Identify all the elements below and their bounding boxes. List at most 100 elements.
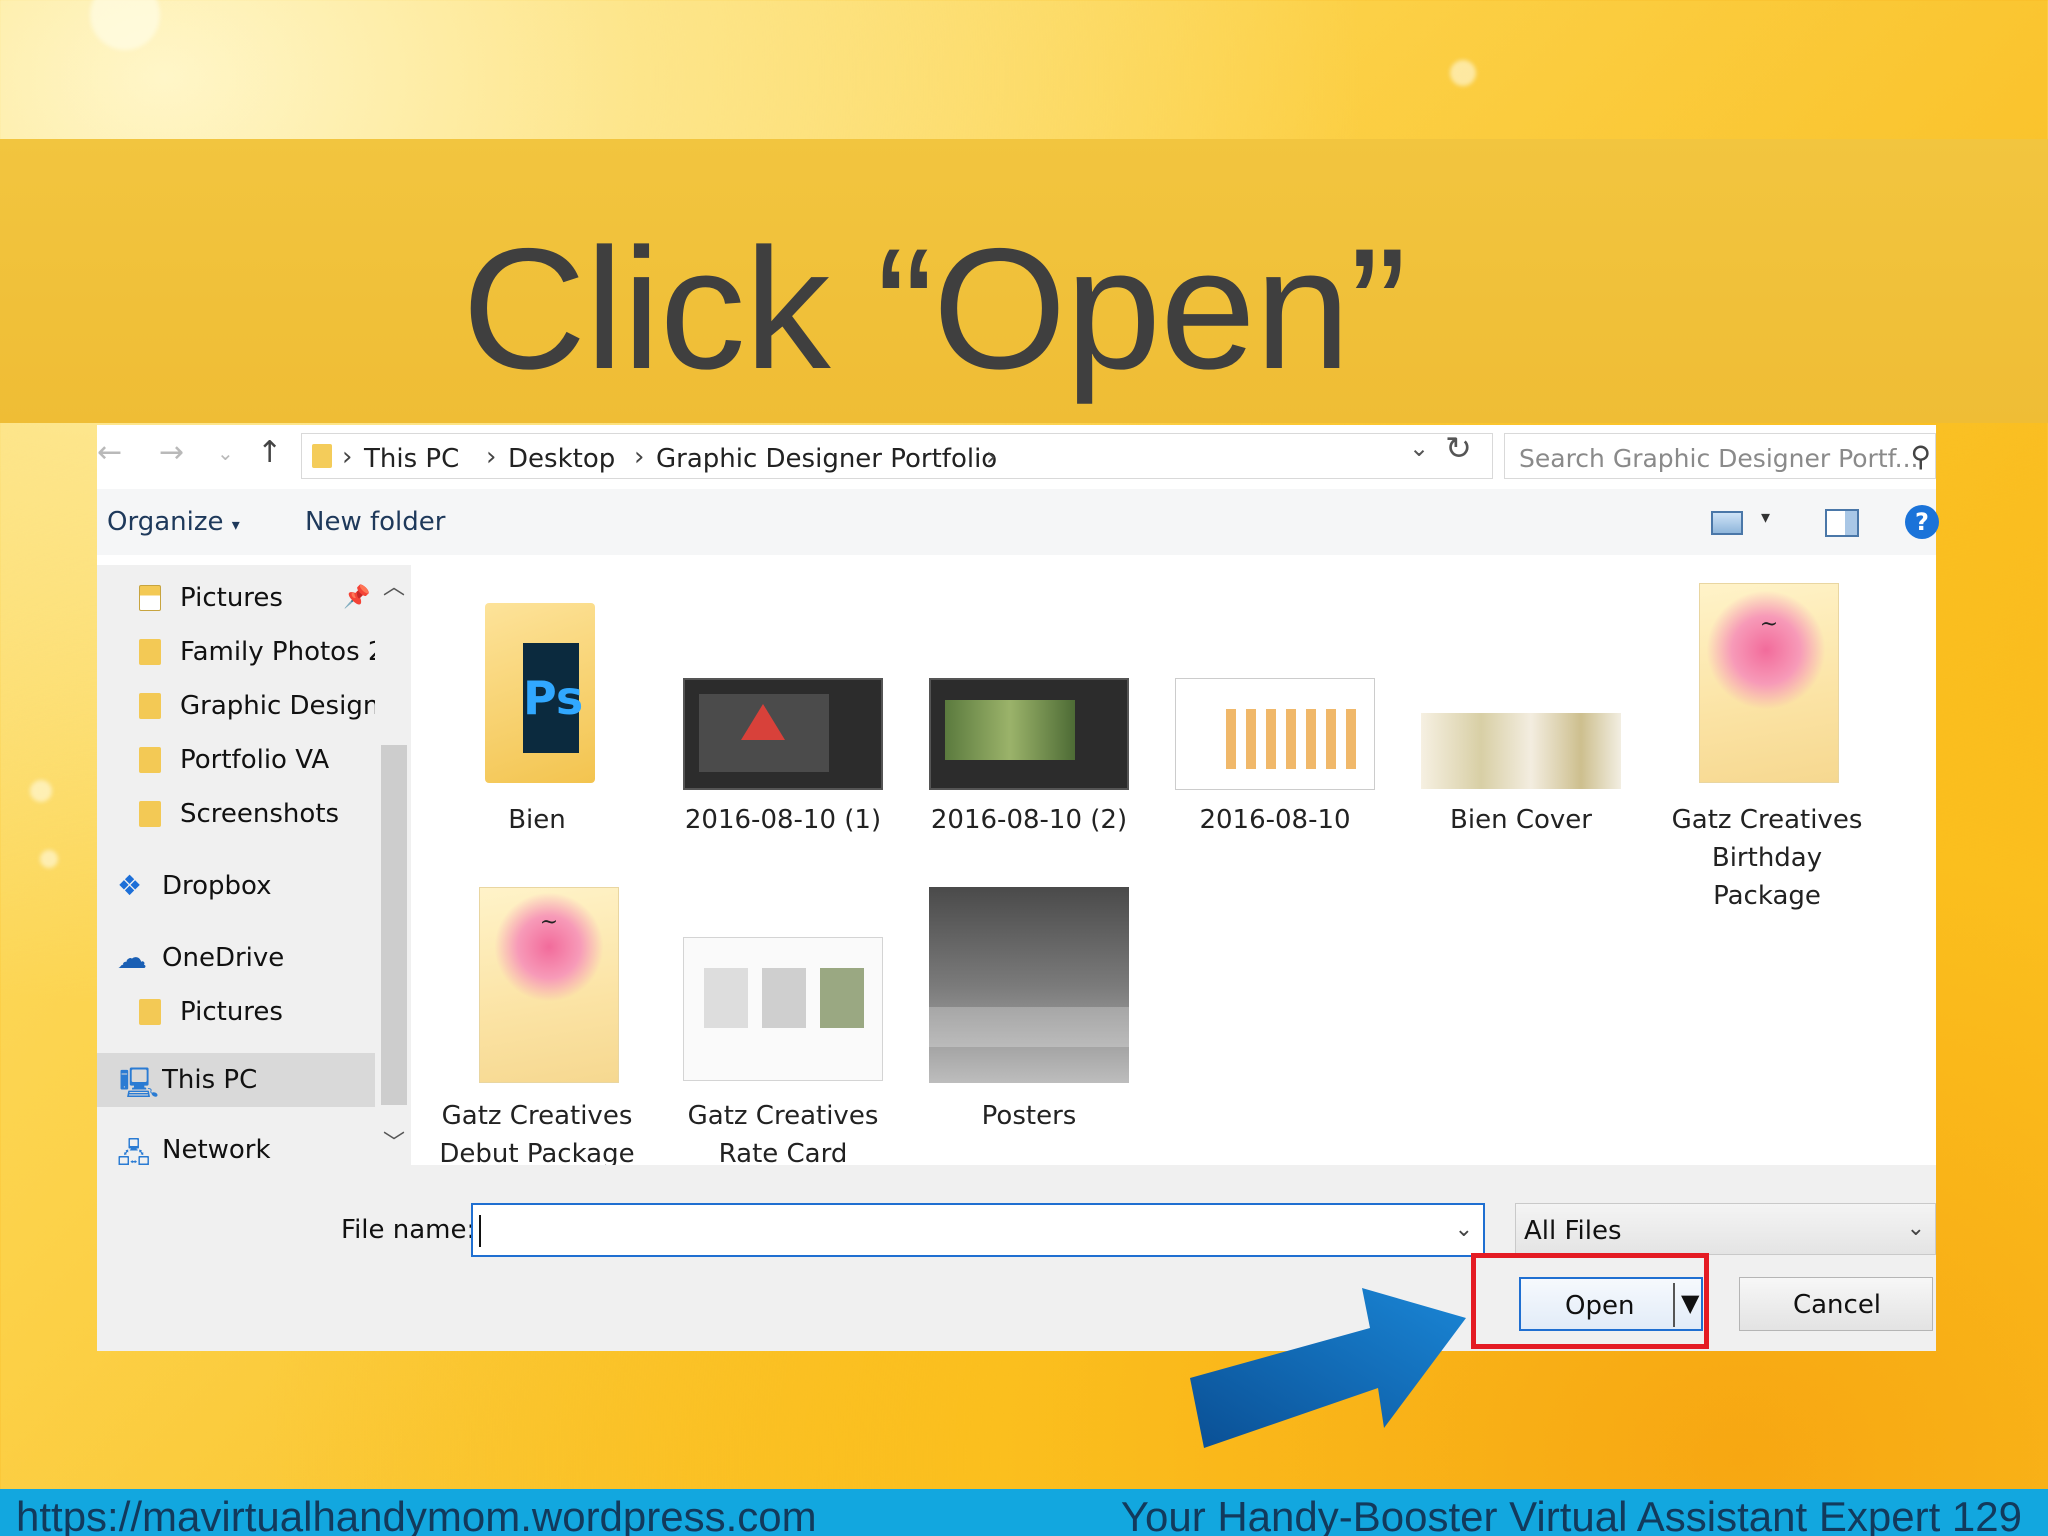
file-name: Bien Cover (1450, 805, 1592, 835)
scroll-thumb[interactable] (381, 745, 407, 1105)
folder-icon (139, 639, 161, 665)
bokeh-light (1450, 60, 1476, 86)
nav-item-label: OneDrive (162, 943, 285, 973)
thumbnail-graphic (762, 968, 806, 1028)
nav-item-portfolio-va[interactable]: Portfolio VA (97, 735, 375, 785)
navigation-pane: Pictures 📌 Family Photos 20 Graphic Desi… (97, 565, 375, 1173)
file-type-select[interactable]: All Files ⌄ (1515, 1203, 1936, 1255)
refresh-icon[interactable]: ↻ (1445, 429, 1472, 467)
scroll-down-icon[interactable]: ﹀ (383, 1125, 405, 1157)
bokeh-light (30, 780, 52, 802)
text-caret (479, 1215, 481, 1247)
new-folder-button[interactable]: New folder (305, 507, 445, 537)
file-tile[interactable]: Bien Cover (1401, 583, 1641, 835)
file-name: 2016-08-10 (1) (684, 805, 882, 835)
file-tile[interactable]: Posters (909, 887, 1149, 1165)
arrow-shape (1190, 1288, 1466, 1448)
change-view-icon[interactable] (1711, 511, 1743, 535)
footer-url[interactable]: https://mavirtualhandymom.wordpress.com (16, 1493, 817, 1536)
nav-item-label: Dropbox (162, 871, 272, 901)
recent-locations-chevron-icon[interactable]: ⌄ (217, 441, 234, 465)
file-tile[interactable]: Ps Bien (417, 583, 657, 835)
pointer-arrow-icon (1190, 1288, 1466, 1448)
screenshot-thumbnail (929, 678, 1129, 790)
thumbnail-graphic: ~ (539, 910, 559, 935)
organize-menu[interactable]: Organize ▾ (107, 507, 240, 537)
breadcrumb-item[interactable]: Desktop (508, 444, 615, 474)
nav-item-screenshots[interactable]: Screenshots (97, 789, 375, 839)
breadcrumb-separator-icon[interactable]: › (486, 442, 496, 472)
folder-icon (139, 747, 161, 773)
slide-title: Click “Open” (462, 213, 1407, 405)
preview-pane-icon[interactable] (1825, 509, 1859, 537)
file-list: Ps Bien 2016-08-10 (1) 2016-08-10 (2) 20… (417, 565, 1936, 1165)
nav-scrollbar[interactable]: ︿ ﹀ (375, 565, 411, 1165)
breadcrumb-separator-icon[interactable]: › (634, 442, 644, 472)
slide-footer: https://mavirtualhandymom.wordpress.com … (0, 1489, 2048, 1536)
poster-thumbnail: ~ (1699, 583, 1839, 783)
nav-item-this-pc[interactable]: 🖳 This PC (97, 1053, 375, 1107)
address-dropdown-icon[interactable]: ⌄ (1409, 434, 1429, 462)
thumbnail-graphic (494, 892, 604, 1002)
organize-label: Organize (107, 507, 224, 537)
toolbar: Organize ▾ New folder ▾ ? (97, 489, 1939, 555)
view-options-dropdown-icon[interactable]: ▾ (1761, 507, 1770, 528)
poster-thumbnail (929, 887, 1129, 1083)
address-row: ← → ⌄ ↑ › This PC › Desktop › Graphic De… (97, 425, 1936, 485)
file-tile[interactable]: 2016-08-10 (1155, 583, 1395, 835)
scroll-up-icon[interactable]: ︿ (383, 569, 405, 601)
chevron-down-icon: ⌄ (1906, 1216, 1925, 1241)
nav-item-dropbox[interactable]: ❖ Dropbox (97, 861, 375, 911)
screenshot-thumbnail (1175, 678, 1375, 790)
search-input[interactable]: Search Graphic Designer Portf... ⚲ (1504, 433, 1936, 479)
nav-item-label: Screenshots (180, 799, 340, 829)
bokeh-light (40, 850, 58, 868)
folder-thumbnail-icon: Ps (485, 603, 595, 783)
help-icon[interactable]: ? (1905, 505, 1939, 539)
thumbnail-graphic (820, 968, 864, 1028)
file-tile[interactable]: 2016-08-10 (2) (909, 583, 1149, 835)
file-name-input[interactable]: ⌄ (471, 1203, 1485, 1257)
thumbnail-graphic (1706, 590, 1826, 710)
breadcrumb-item[interactable]: Graphic Designer Portfolio (656, 444, 997, 474)
breadcrumb-separator-icon[interactable]: › (986, 442, 996, 472)
address-bar[interactable]: › This PC › Desktop › Graphic Designer P… (301, 433, 1493, 479)
folder-icon (139, 801, 161, 827)
search-placeholder: Search Graphic Designer Portf... (1519, 444, 1919, 473)
nav-item-onedrive-pictures[interactable]: Pictures (97, 987, 375, 1037)
file-tile[interactable]: ~ Gatz Creatives Debut Package (417, 887, 657, 1165)
thumbnail-graphic (704, 968, 748, 1028)
nav-item-label: Pictures (180, 997, 283, 1027)
file-name: 2016-08-10 (1199, 805, 1351, 835)
nav-item-onedrive[interactable]: ☁ OneDrive (97, 933, 375, 983)
nav-item-graphic-designer[interactable]: Graphic Designer (97, 681, 375, 731)
cancel-button-label: Cancel (1792, 1290, 1882, 1320)
search-icon[interactable]: ⚲ (1910, 440, 1931, 473)
chevron-down-icon[interactable]: ⌄ (1455, 1217, 1473, 1242)
nav-item-family-photos[interactable]: Family Photos 20 (97, 627, 375, 677)
up-arrow-icon[interactable]: ↑ (257, 435, 282, 470)
thumbnail-graphic (741, 704, 785, 740)
nav-item-pictures[interactable]: Pictures 📌 (97, 573, 375, 623)
forward-arrow-icon[interactable]: → (159, 435, 184, 470)
nav-item-label: Graphic Designer (180, 691, 375, 721)
thumbnail-graphic: ~ (1759, 612, 1779, 637)
breadcrumb-item[interactable]: This PC (364, 444, 459, 474)
pin-icon[interactable]: 📌 (343, 585, 370, 610)
file-name: 2016-08-10 (2) (930, 805, 1128, 835)
file-tile[interactable]: Gatz Creatives Rate Card (663, 887, 903, 1165)
highlight-box (1471, 1253, 1709, 1349)
computer-icon: 🖳 (119, 1066, 160, 1101)
chevron-down-icon: ▾ (231, 515, 240, 534)
file-tile[interactable]: 2016-08-10 (1) (663, 583, 903, 835)
cancel-button[interactable]: Cancel (1739, 1277, 1933, 1331)
file-tile[interactable]: ~ Gatz Creatives Birthday Package (1647, 583, 1887, 911)
back-arrow-icon[interactable]: ← (97, 435, 122, 470)
nav-item-label: Family Photos 20 (180, 637, 375, 667)
file-name: Bien (508, 805, 566, 835)
onedrive-icon: ☁ (117, 941, 147, 976)
nav-item-label: Portfolio VA (180, 745, 330, 775)
rate-card-thumbnail (683, 937, 883, 1081)
footer-tagline: Your Handy-Booster Virtual Assistant Exp… (1120, 1493, 2022, 1536)
folder-icon (139, 693, 161, 719)
